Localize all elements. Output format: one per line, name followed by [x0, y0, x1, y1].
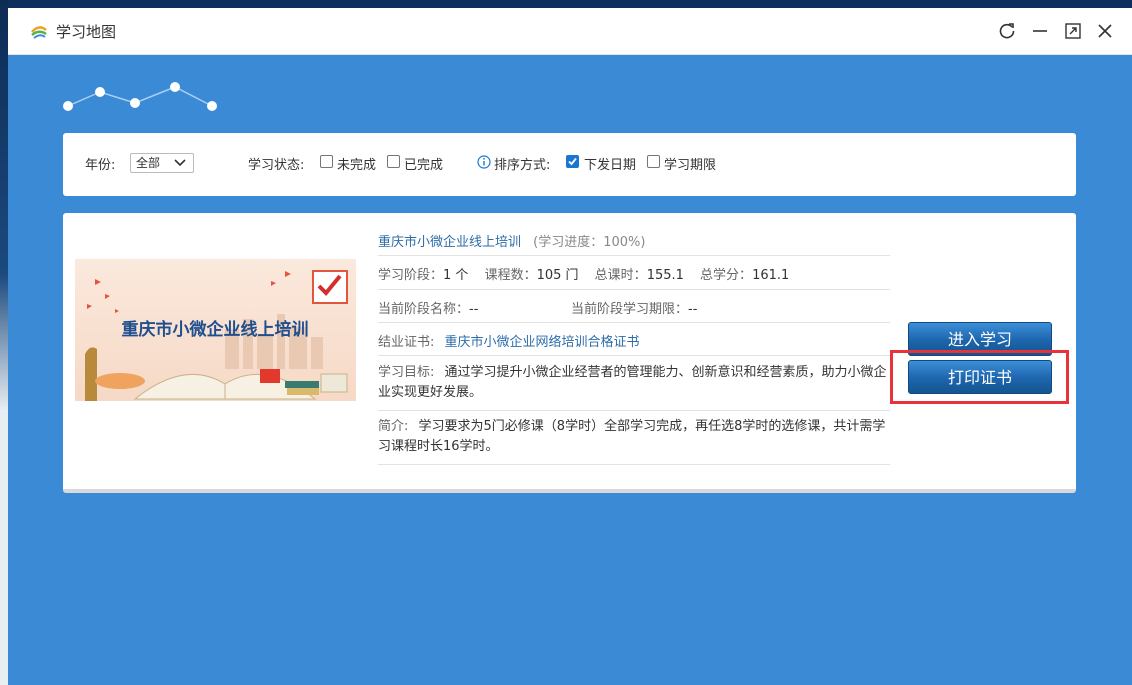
sort-period-label: 学习期限: [664, 158, 717, 173]
intro-label: 简介:: [378, 419, 409, 434]
sort-period-checkbox[interactable]: [647, 155, 660, 168]
course-title-link[interactable]: 重庆市小微企业线上培训: [378, 235, 521, 250]
status-incomplete-checkbox[interactable]: [320, 155, 333, 168]
goal-text: 通过学习提升小微企业经营者的管理能力、创新意识和经营素质，助力小微企业实现更好发…: [378, 365, 887, 400]
course-info: 重庆市小微企业线上培训 (学习进度：100%) 学习阶段：1 个 课程数：105…: [378, 213, 890, 465]
window-title: 学习地图: [56, 24, 117, 41]
year-select[interactable]: 全部: [130, 153, 194, 173]
filter-bar: 年份: 全部 学习状态: 未完成 已完成 排序方式: 下发日期 学习期限: [63, 133, 1076, 196]
sort-label: 排序方式:: [494, 158, 551, 173]
minimize-button[interactable]: [1029, 20, 1051, 42]
course-banner-graphic: 重庆市小微企业线上培训: [75, 259, 356, 401]
print-button-highlight: [890, 350, 1069, 404]
main-content: 年份: 全部 学习状态: 未完成 已完成 排序方式: 下发日期 学习期限 重庆市…: [8, 55, 1132, 685]
title-bar: 学习地图: [8, 8, 1132, 55]
year-label: 年份:: [85, 158, 116, 173]
goal-label: 学习目标:: [378, 365, 435, 380]
sort-date-checkbox[interactable]: [566, 155, 579, 168]
course-count-label: 课程数：: [484, 268, 537, 283]
course-card: 重庆市小微企业线上培训 重庆市小微企业线上培训 (学习进度：100%) 学习阶段…: [63, 213, 1076, 493]
app-logo-icon: [31, 26, 47, 39]
year-select-value: 全部: [136, 156, 161, 170]
current-stage-row: 当前阶段名称：-- 当前阶段学习期限：--: [378, 290, 890, 323]
goal-row: 学习目标: 通过学习提升小微企业经营者的管理能力、创新意识和经营素质，助力小微企…: [378, 356, 890, 411]
certificate-row: 结业证书: 重庆市小微企业网络培训合格证书: [378, 323, 890, 356]
course-stats-row: 学习阶段：1 个 课程数：105 门 总课时：155.1 总学分：161.1: [378, 256, 890, 290]
current-stage-name-label: 当前阶段名称：: [378, 302, 470, 317]
course-progress: (学习进度：100%): [533, 235, 646, 250]
study-map-window: 学习地图 年份: 全部 学习状态: 未完成 已完成 排序方式: 下发日期 学习期…: [8, 8, 1132, 685]
chevron-down-icon: [174, 159, 186, 167]
status-label: 学习状态:: [248, 158, 305, 173]
status-complete-checkbox[interactable]: [387, 155, 400, 168]
total-credits-label: 总学分：: [700, 268, 753, 283]
current-stage-period-label: 当前阶段学习期限：: [571, 302, 689, 317]
info-icon[interactable]: [477, 155, 491, 169]
banner-title: 重庆市小微企业线上培训: [122, 319, 309, 340]
background-window-edge: [0, 0, 1132, 8]
minimize-icon: [1033, 30, 1047, 32]
intro-text: 学习要求为5门必修课（8学时）全部学习完成，再任选8学时的选修课，共计需学习课程…: [378, 419, 886, 454]
certificate-link[interactable]: 重庆市小微企业网络培训合格证书: [445, 335, 640, 350]
sort-date-label: 下发日期: [584, 158, 637, 173]
close-button[interactable]: [1094, 20, 1116, 42]
refresh-icon: [999, 23, 1015, 39]
current-stage-period: 当前阶段学习期限：--: [571, 298, 697, 317]
stage-label: 学习阶段：: [378, 268, 444, 283]
total-credits-value: 161.1: [752, 268, 790, 283]
intro-row: 简介: 学习要求为5门必修课（8学时）全部学习完成，再任选8学时的选修课，共计需…: [378, 411, 890, 465]
background-window-strip: [0, 0, 8, 685]
stage-value: 1 个: [443, 268, 469, 283]
total-hours-value: 155.1: [646, 268, 684, 283]
maximize-icon: [1065, 23, 1081, 39]
checkmark-icon: [568, 157, 577, 166]
certificate-label: 结业证书:: [378, 335, 435, 350]
current-stage-name-value: --: [469, 302, 479, 317]
close-icon: [1098, 24, 1112, 38]
course-banner-image[interactable]: 重庆市小微企业线上培训: [75, 259, 356, 401]
total-hours-label: 总课时：: [594, 268, 647, 283]
course-count-value: 105 门: [536, 268, 579, 283]
status-incomplete-label: 未完成: [337, 158, 377, 173]
decorative-line-graphic: [63, 82, 217, 111]
current-stage-period-value: --: [688, 302, 698, 317]
maximize-button[interactable]: [1062, 20, 1084, 42]
course-title-row: 重庆市小微企业线上培训 (学习进度：100%): [378, 213, 890, 256]
status-complete-label: 已完成: [404, 158, 444, 173]
refresh-button[interactable]: [996, 20, 1018, 42]
